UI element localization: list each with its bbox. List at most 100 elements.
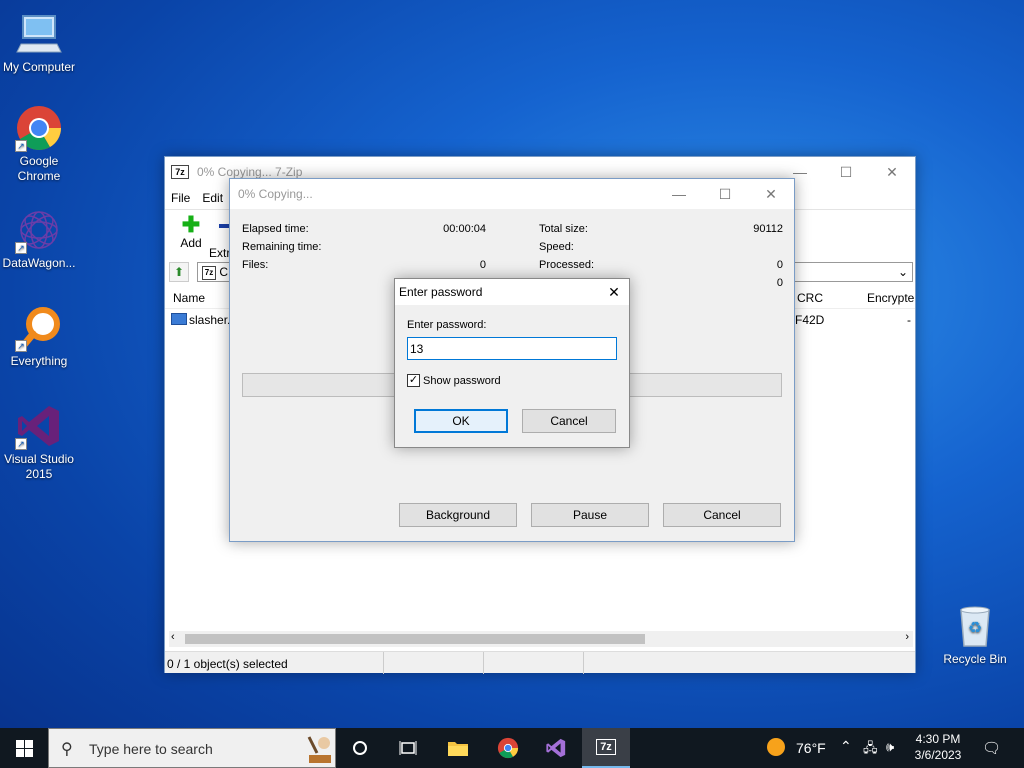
maximize-button[interactable]: ☐ <box>823 157 869 187</box>
svg-text:♻: ♻ <box>968 618 982 637</box>
clock-time: 4:30 PM <box>915 732 961 746</box>
desktop-icon-google-chrome[interactable]: ↗ Google Chrome <box>0 104 78 184</box>
desktop-icon-label: Visual Studio 2015 <box>4 452 74 481</box>
background-button[interactable]: Background <box>399 503 517 527</box>
folder-icon <box>448 742 468 756</box>
7zip-taskbar-icon: 7z <box>596 739 616 755</box>
desktop-icon-label: DataWagon... <box>2 256 76 270</box>
up-folder-icon[interactable]: ⬆ <box>169 262 189 282</box>
column-encrypted[interactable]: Encrypte <box>867 291 914 305</box>
desktop-icon-datawagon[interactable]: ↗ DataWagon... <box>0 206 78 271</box>
maximize-button[interactable]: ☐ <box>702 179 748 209</box>
task-view-icon-button[interactable] <box>384 728 432 768</box>
chevron-up-icon[interactable]: ⌃ <box>840 738 852 755</box>
file-crc: F42D <box>795 313 825 327</box>
desktop-icon-everything[interactable]: ↗ Everything <box>0 304 78 369</box>
cortana-circle-icon <box>353 741 367 755</box>
scroll-left-icon[interactable]: ‹ <box>171 631 175 643</box>
taskbar-7zip[interactable]: 7z <box>582 728 630 768</box>
desktop-icon-my-computer[interactable]: My Computer <box>0 10 78 75</box>
search-placeholder: Type here to search <box>89 741 213 757</box>
desktop-icon-label: Google Chrome <box>17 154 61 183</box>
shortcut-arrow-icon: ↗ <box>15 242 27 254</box>
add-label: Add <box>180 236 202 250</box>
magnifier-icon: ↗ <box>15 304 63 352</box>
ok-button[interactable]: OK <box>414 409 508 433</box>
menu-edit[interactable]: Edit <box>202 191 223 205</box>
password-input[interactable] <box>407 337 617 360</box>
clock[interactable]: 4:30 PM 3/6/2023 <box>910 731 966 763</box>
close-button[interactable]: ✕ <box>869 157 915 187</box>
files-value: 0 <box>479 259 486 271</box>
taskbar: ⚲ Type here to search 7z 76°F ⌃ 🖧 🕪 4:30… <box>0 728 1024 768</box>
password-dialog-titlebar[interactable]: Enter password ✕ <box>395 279 629 305</box>
show-password-label: Show password <box>423 375 501 387</box>
files-label: Files: <box>242 259 269 271</box>
plus-icon: ✚ <box>181 212 201 237</box>
visual-studio-icon <box>546 738 566 758</box>
add-button[interactable]: ✚ Add <box>173 212 209 251</box>
total-size-value: 90112 <box>753 223 783 235</box>
file-icon <box>171 313 187 325</box>
desktop-icon-visual-studio[interactable]: ↗ Visual Studio 2015 <box>0 402 78 482</box>
cancel-button[interactable]: Cancel <box>663 503 781 527</box>
status-text: 0 / 1 object(s) selected <box>167 657 288 671</box>
remaining-time-label: Remaining time: <box>242 241 322 253</box>
task-view-button[interactable] <box>336 728 384 768</box>
pause-button[interactable]: Pause <box>531 503 649 527</box>
volume-icon[interactable]: 🕪 <box>886 739 894 755</box>
search-highlight-icon <box>307 736 331 763</box>
network-icon[interactable]: 🖧 <box>863 739 878 761</box>
file-encrypted: - <box>907 313 911 327</box>
address-text: C <box>219 265 229 279</box>
menu-file[interactable]: File <box>171 191 190 205</box>
scroll-right-icon[interactable]: › <box>905 631 909 643</box>
column-name[interactable]: Name <box>173 291 205 305</box>
column-crc[interactable]: CRC <box>797 291 823 305</box>
show-password-checkbox[interactable]: ✓ <box>407 374 420 387</box>
progress-window-title: 0% Copying... <box>238 187 313 201</box>
password-dialog-title: Enter password <box>399 285 483 299</box>
chevron-down-icon[interactable]: ⌄ <box>898 263 908 281</box>
computer-icon <box>15 10 63 58</box>
processed-value: 0 <box>776 259 783 271</box>
main-window-title: 0% Copying... 7-Zip <box>197 165 303 179</box>
speed-label: Speed: <box>539 241 574 253</box>
progress-titlebar[interactable]: 0% Copying... — ☐ ✕ <box>230 179 794 209</box>
search-icon: ⚲ <box>61 741 73 758</box>
desktop-icon-recycle-bin[interactable]: ♻ Recycle Bin <box>936 602 1014 667</box>
total-size-label: Total size: <box>539 223 588 235</box>
close-button[interactable]: ✕ <box>748 179 794 209</box>
visual-studio-icon: ↗ <box>15 402 63 450</box>
weather-temp[interactable]: 76°F <box>796 740 826 756</box>
7zip-app-icon: 7z <box>171 165 189 179</box>
status-bar: 0 / 1 object(s) selected <box>165 651 915 674</box>
archive-icon: 7z <box>202 265 216 280</box>
status-divider <box>583 652 584 674</box>
elapsed-time-value: 00:00:04 <box>443 223 486 235</box>
desktop-icon-label: My Computer <box>2 60 76 74</box>
taskbar-search-box[interactable]: ⚲ Type here to search <box>48 728 336 768</box>
shortcut-arrow-icon: ↗ <box>15 140 27 152</box>
taskbar-file-explorer[interactable] <box>434 728 482 768</box>
scrollbar-thumb[interactable] <box>185 634 645 644</box>
password-prompt-label: Enter password: <box>407 319 487 331</box>
windows-logo-icon <box>15 739 33 757</box>
chrome-icon: ↗ <box>15 104 63 152</box>
desktop-icon-label: Recycle Bin <box>943 652 1007 666</box>
start-button[interactable] <box>0 728 48 768</box>
elapsed-time-label: Elapsed time: <box>242 223 309 235</box>
status-divider <box>483 652 484 674</box>
chrome-icon <box>497 737 519 759</box>
shortcut-arrow-icon: ↗ <box>15 438 27 450</box>
notification-icon[interactable]: 🗨 <box>982 739 1001 757</box>
minimize-button[interactable]: — <box>656 179 702 209</box>
taskbar-chrome[interactable] <box>484 728 532 768</box>
processed-label: Processed: <box>539 259 595 271</box>
taskbar-visual-studio[interactable] <box>532 728 580 768</box>
close-icon[interactable]: ✕ <box>599 284 629 301</box>
weather-sun-icon[interactable] <box>767 738 785 756</box>
horizontal-scrollbar[interactable]: ‹ › <box>169 631 913 647</box>
password-cancel-button[interactable]: Cancel <box>522 409 616 433</box>
task-view-icon <box>399 741 417 755</box>
